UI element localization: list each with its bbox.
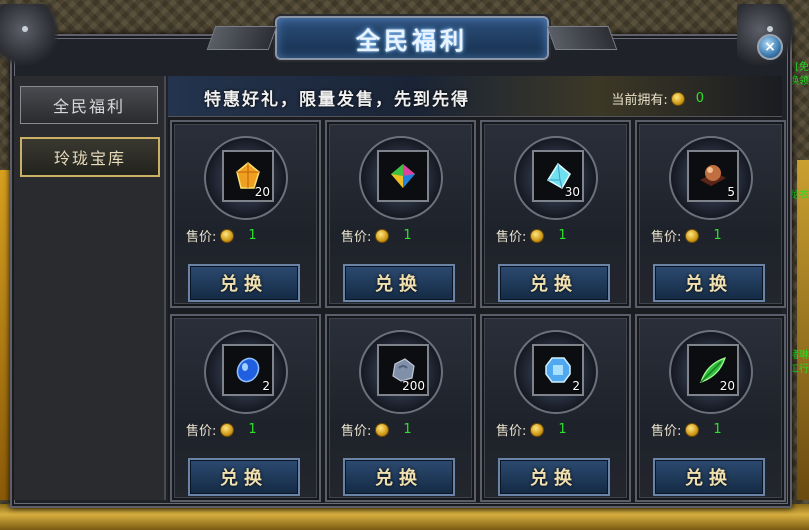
item-slot[interactable]: 2 (532, 344, 584, 396)
item-card: 2 售价: 1 兑换 (480, 314, 631, 502)
exchange-button[interactable]: 兑换 (343, 264, 455, 302)
price-row: 售价: 1 (186, 226, 257, 245)
rainbow-crystal-icon (391, 164, 415, 188)
price-label: 售价: (341, 230, 372, 245)
gold-coin-icon (685, 422, 700, 437)
gold-coin-icon (685, 228, 700, 243)
price-row: 售价: 1 (186, 420, 257, 439)
shop-banner: 特惠好礼，限量发售，先到先得 当前拥有: 0 (168, 76, 782, 117)
side-text-4: 工行 (789, 364, 809, 375)
item-slot[interactable] (377, 150, 429, 202)
item-card: 20 售价: 1 兑换 (635, 314, 786, 502)
price-label: 售价: (341, 424, 372, 439)
tab-welfare[interactable]: 全民福利 (20, 86, 158, 124)
owned-currency: 当前拥有: 0 (611, 89, 704, 108)
item-count: 20 (254, 185, 270, 199)
shop-panel: 特惠好礼，限量发售，先到先得 当前拥有: 0 20 售价: 1 兑换 售价: 1 (168, 76, 786, 502)
price-row: 售价: 1 (651, 420, 722, 439)
price-label: 售价: (496, 230, 527, 245)
exchange-button[interactable]: 兑换 (498, 458, 610, 496)
banner-slogan: 特惠好礼，限量发售，先到先得 (204, 90, 470, 110)
price-row: 售价: 1 (341, 226, 412, 245)
item-card: 200 售价: 1 兑换 (325, 314, 476, 502)
price-value: 1 (248, 422, 257, 437)
price-label: 售价: (651, 230, 682, 245)
gold-coin-icon (220, 228, 235, 243)
gold-coin-icon (530, 422, 545, 437)
blue-crystal-icon (545, 357, 571, 383)
side-text-2: 龙衣 (789, 190, 809, 201)
item-slot[interactable]: 2 (222, 344, 274, 396)
gold-coin-icon (670, 91, 685, 106)
dragon-ornament-left-icon (0, 4, 58, 68)
window-title-plate: 全民福利 (275, 16, 549, 60)
item-count: 200 (402, 379, 425, 393)
gold-coin-icon (375, 228, 390, 243)
blue-gem-icon (236, 357, 260, 383)
owned-label: 当前拥有: (611, 93, 668, 108)
price-row: 售价: 1 (496, 420, 567, 439)
price-row: 售价: 1 (341, 420, 412, 439)
item-count: 5 (727, 185, 735, 199)
side-text-0: [免 (795, 62, 809, 73)
item-slot[interactable]: 200 (377, 344, 429, 396)
item-count: 30 (564, 185, 580, 199)
price-value: 1 (558, 228, 567, 243)
price-row: 售价: 1 (496, 226, 567, 245)
side-text-1: 换领 (789, 76, 809, 87)
item-card: 售价: 1 兑换 (325, 120, 476, 308)
item-card: 5 售价: 1 兑换 (635, 120, 786, 308)
price-label: 售价: (651, 424, 682, 439)
price-label: 售价: (186, 230, 217, 245)
bronze-orb-icon (700, 165, 726, 186)
price-label: 售价: (186, 424, 217, 439)
price-value: 1 (558, 422, 567, 437)
exchange-button[interactable]: 兑换 (653, 264, 765, 302)
exchange-button[interactable]: 兑换 (343, 458, 455, 496)
exchange-button[interactable]: 兑换 (653, 458, 765, 496)
sidebar: 全民福利 玲珑宝库 (14, 76, 166, 500)
owned-value: 0 (695, 91, 704, 106)
price-value: 1 (403, 422, 412, 437)
window-title: 全民福利 (356, 25, 468, 55)
exchange-button[interactable]: 兑换 (498, 264, 610, 302)
gold-coin-icon (220, 422, 235, 437)
item-card: 30 售价: 1 兑换 (480, 120, 631, 308)
price-value: 1 (248, 228, 257, 243)
item-slot[interactable]: 30 (532, 150, 584, 202)
background-ornament-right (797, 160, 809, 500)
gold-coin-icon (530, 228, 545, 243)
item-slot[interactable]: 20 (222, 150, 274, 202)
item-count: 2 (262, 379, 270, 393)
item-slot[interactable]: 5 (687, 150, 739, 202)
price-value: 1 (713, 228, 722, 243)
item-card: 20 售价: 1 兑换 (170, 120, 321, 308)
item-count: 2 (572, 379, 580, 393)
side-text-3: 猪琳 (789, 350, 809, 361)
item-count: 20 (719, 379, 735, 393)
tab-treasury[interactable]: 玲珑宝库 (20, 137, 160, 177)
item-card: 2 售价: 1 兑换 (170, 314, 321, 502)
background-ornament-left (0, 170, 10, 500)
exchange-button[interactable]: 兑换 (188, 458, 300, 496)
price-label: 售价: (496, 424, 527, 439)
gold-coin-icon (375, 422, 390, 437)
price-value: 1 (403, 228, 412, 243)
price-value: 1 (713, 422, 722, 437)
item-slot[interactable]: 20 (687, 344, 739, 396)
price-row: 售价: 1 (651, 226, 722, 245)
exchange-button[interactable]: 兑换 (188, 264, 300, 302)
close-button[interactable]: × (757, 34, 783, 60)
